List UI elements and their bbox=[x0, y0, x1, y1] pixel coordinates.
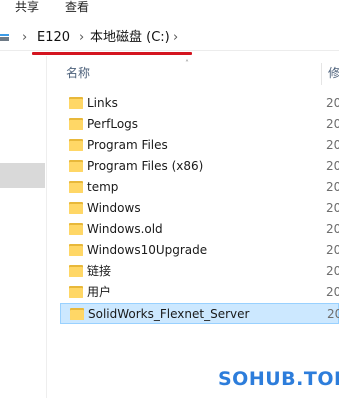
file-date-modified: 20 bbox=[326, 222, 339, 236]
file-list-row[interactable]: 用户 20 bbox=[60, 282, 339, 303]
file-name: Links bbox=[87, 96, 118, 110]
tab-view[interactable]: 查看 bbox=[65, 0, 89, 14]
folder-icon bbox=[69, 201, 83, 214]
folder-icon bbox=[69, 159, 83, 172]
file-date-modified: 20 bbox=[326, 285, 339, 299]
file-list-row[interactable]: Windows10Upgrade 20 bbox=[60, 240, 339, 261]
folder-icon bbox=[69, 264, 83, 277]
annotation-underline bbox=[32, 52, 192, 55]
file-name: Program Files (x86) bbox=[87, 159, 204, 173]
folder-icon bbox=[69, 285, 83, 298]
breadcrumb-chevron-icon[interactable]: › bbox=[22, 30, 27, 46]
file-list-row[interactable]: SolidWorks_Flexnet_Server 20 bbox=[60, 303, 339, 324]
folder-icon bbox=[69, 117, 83, 130]
file-date-modified: 20 bbox=[326, 264, 339, 278]
file-list-row[interactable]: Windows.old 20 bbox=[60, 219, 339, 240]
ribbon-tab-bar: 共享 查看 bbox=[0, 0, 339, 18]
file-name: 用户 bbox=[87, 285, 112, 299]
column-header-name[interactable]: 名称 bbox=[66, 66, 90, 80]
file-name: 链接 bbox=[87, 264, 112, 278]
file-name: temp bbox=[87, 180, 119, 194]
breadcrumb-chevron-icon[interactable]: › bbox=[173, 30, 178, 46]
file-list-row[interactable]: Program Files (x86) 20 bbox=[60, 156, 339, 177]
column-header-date-modified[interactable]: 修 bbox=[328, 66, 339, 80]
folder-icon bbox=[69, 243, 83, 256]
breadcrumb-computer[interactable]: E120 bbox=[37, 30, 70, 46]
file-date-modified: 20 bbox=[326, 96, 339, 110]
column-divider[interactable] bbox=[321, 63, 322, 85]
sort-arrow-icon: ˄ bbox=[185, 59, 189, 68]
file-list-row[interactable]: 链接 20 bbox=[60, 261, 339, 282]
file-name: Windows bbox=[87, 201, 141, 215]
nav-selected-item[interactable] bbox=[0, 163, 45, 188]
file-name: SolidWorks_Flexnet_Server bbox=[88, 307, 250, 321]
breadcrumb-local-disk[interactable]: 本地磁盘 (C:) bbox=[90, 30, 170, 46]
file-date-modified: 20 bbox=[326, 243, 339, 257]
file-list-row[interactable]: temp 20 bbox=[60, 177, 339, 198]
file-list: Links 20 PerfLogs 20 Program Files 20 Program … bbox=[60, 93, 339, 324]
folder-icon bbox=[69, 96, 83, 109]
column-header-row: ˄ 名称 修 bbox=[58, 59, 339, 85]
folder-icon bbox=[69, 180, 83, 193]
folder-icon bbox=[69, 222, 83, 235]
tab-share[interactable]: 共享 bbox=[15, 0, 39, 14]
file-name: Windows.old bbox=[87, 222, 163, 236]
breadcrumb-chevron-icon[interactable]: › bbox=[79, 30, 84, 46]
file-date-modified: 20 bbox=[327, 307, 339, 321]
file-date-modified: 20 bbox=[326, 180, 339, 194]
drive-icon bbox=[0, 34, 10, 41]
address-bar[interactable]: › E120 › 本地磁盘 (C:) › bbox=[0, 26, 339, 51]
file-name: Program Files bbox=[87, 138, 168, 152]
file-date-modified: 20 bbox=[326, 138, 339, 152]
file-name: PerfLogs bbox=[87, 117, 139, 131]
file-date-modified: 20 bbox=[326, 201, 339, 215]
file-list-row[interactable]: Program Files 20 bbox=[60, 135, 339, 156]
file-list-row[interactable]: Links 20 bbox=[60, 93, 339, 114]
folder-icon bbox=[70, 307, 84, 320]
file-list-row[interactable]: Windows 20 bbox=[60, 198, 339, 219]
file-date-modified: 20 bbox=[326, 159, 339, 173]
file-list-row[interactable]: PerfLogs 20 bbox=[60, 114, 339, 135]
navigation-pane[interactable] bbox=[0, 56, 47, 398]
folder-icon bbox=[69, 138, 83, 151]
file-date-modified: 20 bbox=[326, 117, 339, 131]
file-name: Windows10Upgrade bbox=[87, 243, 208, 257]
watermark-text: SOHUB.TOP bbox=[218, 368, 339, 390]
